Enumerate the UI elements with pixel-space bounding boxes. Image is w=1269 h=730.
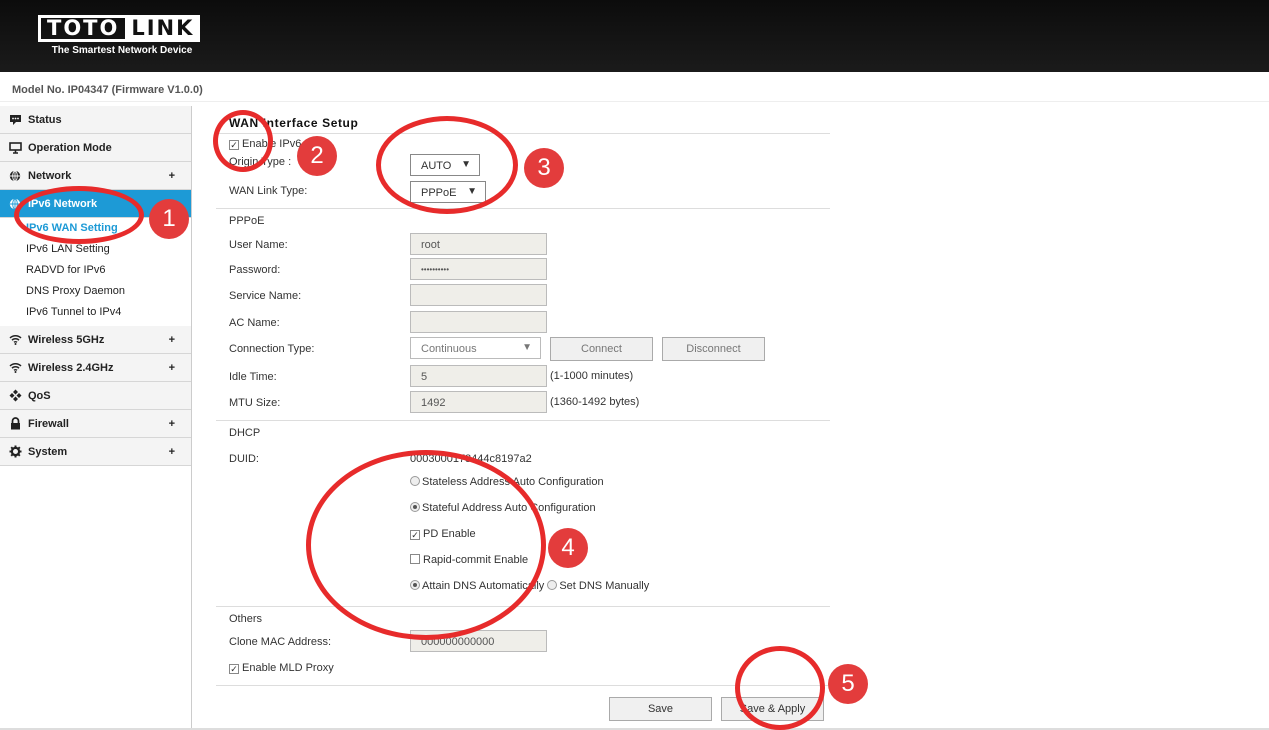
user-name-label: User Name: [229,239,288,251]
wifi-icon [8,333,22,347]
model-number: Model No. IP04347 (Firmware V1.0.0) [12,84,203,96]
sidebar-subitem-radvd[interactable]: RADVD for IPv6 [0,260,191,281]
password-row: Password: •••••••••• [216,258,830,284]
sidebar-subitem-dns-proxy[interactable]: DNS Proxy Daemon [0,281,191,302]
ac-name-input[interactable] [410,311,547,333]
wan-setup-form: WAN Interface Setup ✓ Enable IPv6 Origin … [216,112,830,725]
connection-type-label: Connection Type: [229,343,315,355]
sidebar-item-system[interactable]: System + [0,438,191,466]
user-name-input[interactable]: root [410,233,547,255]
model-bar: Model No. IP04347 (Firmware V1.0.0) [0,72,1269,102]
password-label: Password: [229,264,281,276]
annotation-badge-4: 4 [548,528,588,568]
connection-type-value: Continuous [421,343,477,355]
disconnect-button[interactable]: Disconnect [662,337,765,361]
sidebar-item-label: Operation Mode [28,141,112,154]
sidebar-item-label: System [28,445,68,458]
mld-proxy-label: Enable MLD Proxy [242,662,334,674]
mtu-label: MTU Size: [229,397,281,409]
annotation-circle-3 [376,116,518,214]
annotation-circle-1 [14,186,144,244]
globe-icon [8,169,22,183]
expand-plus-icon[interactable]: + [169,362,175,374]
lock-icon [8,417,22,431]
connect-button[interactable]: Connect [550,337,653,361]
sidebar-item-qos[interactable]: QoS [0,382,191,410]
sidebar-item-wireless-24ghz[interactable]: Wireless 2.4GHz + [0,354,191,382]
duid-label: DUID: [229,453,259,465]
service-name-label: Service Name: [229,290,302,302]
others-section-header: Others [216,606,830,628]
mtu-hint: (1360-1492 bytes) [550,396,640,408]
service-name-input[interactable] [410,284,547,306]
gear-icon [8,445,22,459]
pppoe-section-header: PPPoE [216,208,830,232]
sidebar-item-network[interactable]: Network + [0,162,191,190]
save-button[interactable]: Save [609,697,712,721]
dropdown-arrow-icon: ▼ [522,342,532,353]
dhcp-section-header: DHCP [216,420,830,444]
logo-text-link: LINK [125,15,201,42]
qos-icon [8,389,22,403]
annotation-badge-3: 3 [524,148,564,188]
mld-proxy-checkbox[interactable]: ✓ [229,664,239,674]
logo-text-toto: TOTO [38,15,126,42]
sidebar-item-label: Wireless 5GHz [28,333,105,346]
annotation-badge-5: 5 [828,664,868,704]
idle-time-input[interactable]: 5 [410,365,547,387]
clone-mac-row: Clone MAC Address: 000000000000 [216,628,830,655]
password-input[interactable]: •••••••••• [410,258,547,280]
idle-time-hint: (1-1000 minutes) [550,370,634,382]
totolink-logo[interactable]: TOTO LINK The Smartest Network Device [38,15,206,56]
sidebar-item-label: QoS [28,389,51,402]
sidebar-item-label: Network [28,169,72,182]
idle-time-label: Idle Time: [229,371,277,383]
sidebar-item-label: Status [28,113,62,126]
expand-plus-icon[interactable]: + [169,418,175,430]
annotation-badge-1: 1 [149,199,189,239]
sidebar-item-status[interactable]: Status [0,106,191,134]
annotation-circle-5 [735,646,825,730]
user-name-row: User Name: root [216,232,830,258]
connection-type-row: Connection Type: Continuous ▼ Connect Dis… [216,336,830,362]
expand-plus-icon[interactable]: + [169,334,175,346]
page-title: WAN Interface Setup [216,112,830,134]
annotation-circle-4 [306,450,546,640]
expand-plus-icon[interactable]: + [169,170,175,182]
set-dns-label: Set DNS Manually [559,580,650,592]
speech-bubble-icon [8,113,22,127]
ac-name-label: AC Name: [229,317,280,329]
sidebar-item-firewall[interactable]: Firewall + [0,410,191,438]
top-header: TOTO LINK The Smartest Network Device [0,0,1269,72]
clone-mac-label: Clone MAC Address: [229,636,332,648]
connection-type-select[interactable]: Continuous ▼ [410,337,541,359]
wan-link-row: WAN Link Type: PPPoE ▼ [216,176,830,208]
expand-plus-icon[interactable]: + [169,446,175,458]
annotation-circle-2 [213,110,273,172]
ac-name-row: AC Name: [216,310,830,336]
sidebar-item-label: Firewall [28,417,69,430]
logo-tagline: The Smartest Network Device [51,45,193,56]
service-name-row: Service Name: [216,284,830,310]
mtu-row: MTU Size: 1492 (1360-1492 bytes) [216,388,830,420]
mtu-input[interactable]: 1492 [410,391,547,413]
duid-row: DUID: 0003000178444c8197a2 [216,444,830,469]
sidebar-item-wireless-5ghz[interactable]: Wireless 5GHz + [0,326,191,354]
wifi-icon [8,361,22,375]
sidebar-subitem-ipv6-tunnel[interactable]: IPv6 Tunnel to IPv4 [0,302,191,326]
monitor-icon [8,141,22,155]
sidebar-item-label: Wireless 2.4GHz [28,361,114,374]
wan-link-label: WAN Link Type: [229,185,308,197]
set-dns-radio[interactable] [547,580,558,590]
annotation-badge-2: 2 [297,136,337,176]
sidebar-item-operation-mode[interactable]: Operation Mode [0,134,191,162]
idle-time-row: Idle Time: 5 (1-1000 minutes) [216,362,830,388]
